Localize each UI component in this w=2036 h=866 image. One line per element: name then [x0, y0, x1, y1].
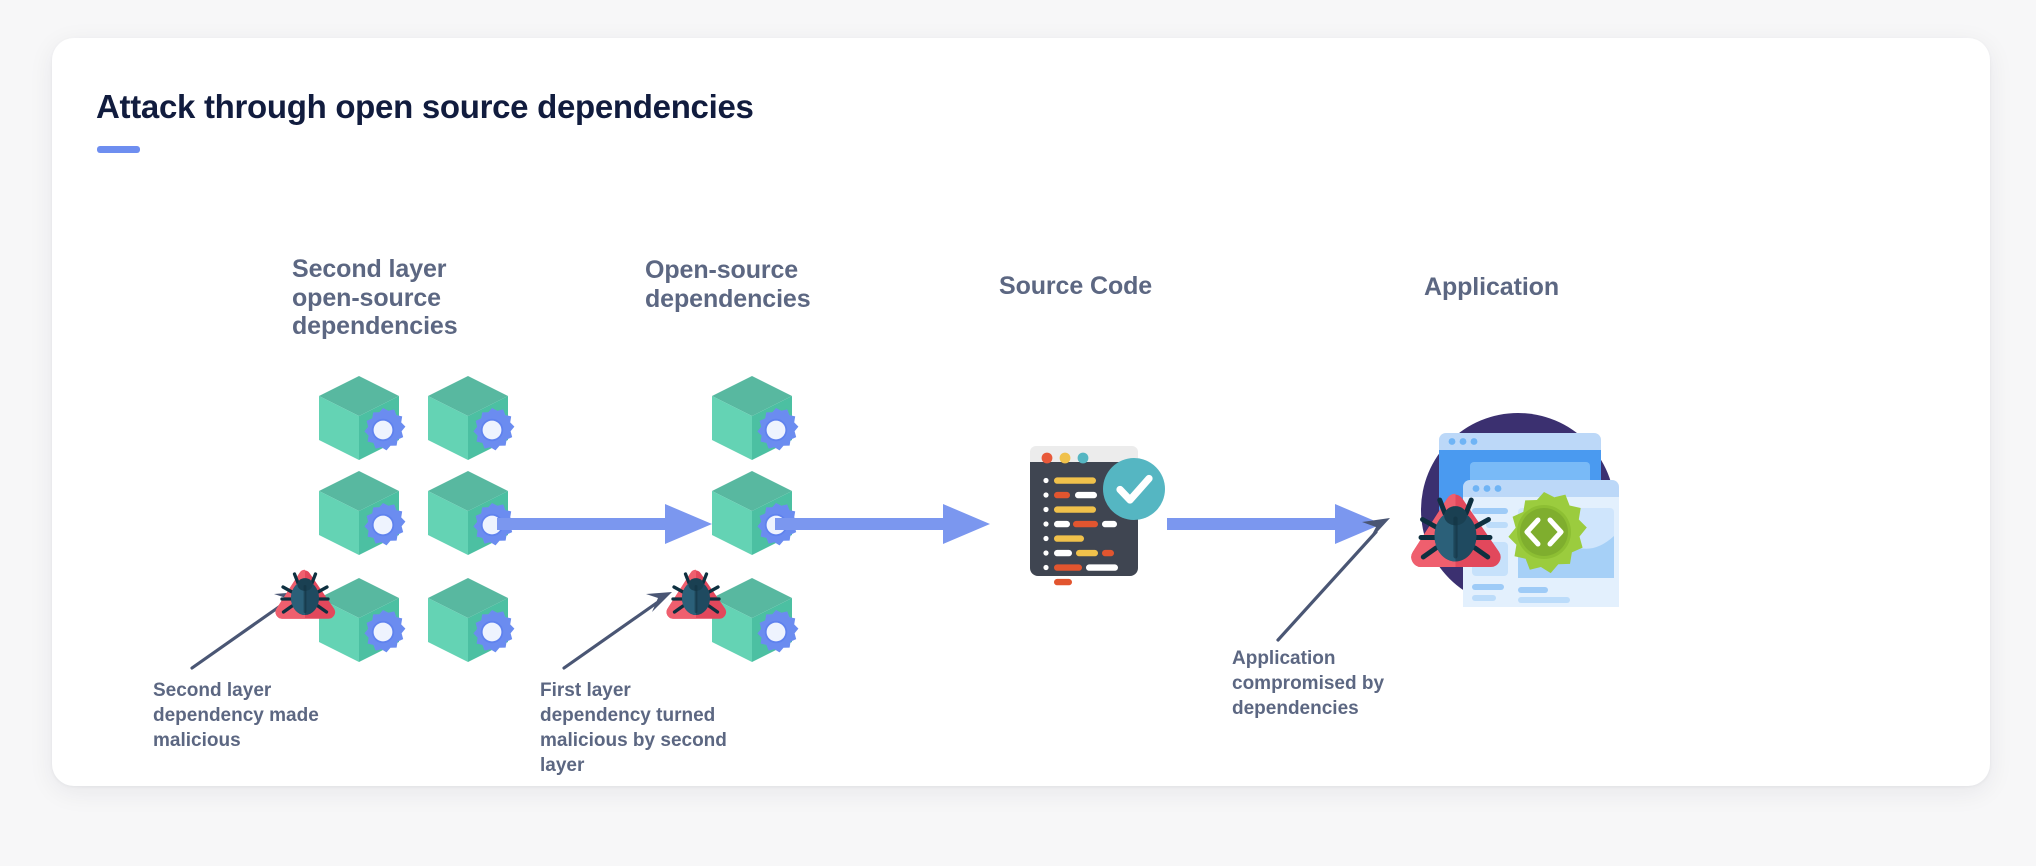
annotation-line: dependencies [1232, 698, 1359, 720]
column-heading-source-code: Source Code [999, 272, 1153, 300]
application-browser-windows-icon [1400, 392, 1630, 622]
title-accent-rule [97, 146, 140, 153]
flow-arrow-second-to-open [497, 502, 712, 546]
column-heading-second-layer: Second layer open-source dependencies [292, 255, 552, 341]
dependency-cube[interactable] [416, 368, 520, 472]
annotation-arrow-first-layer [560, 586, 680, 672]
column-heading-application: Application [1424, 273, 1560, 301]
annotation-line: First layer [540, 680, 631, 701]
heading-line: Second layer [292, 255, 447, 283]
annotation-line: layer [540, 755, 585, 777]
dependency-cube[interactable] [307, 463, 411, 567]
annotation-line: dependency turned [540, 705, 716, 727]
annotation-arrow-application [1270, 510, 1396, 646]
flow-arrow-open-to-source [775, 502, 1020, 546]
annotation-line: Second layer [153, 680, 272, 701]
annotation-line: dependency made [153, 705, 319, 727]
diagram-stage: Attack through open source dependencies … [0, 0, 2036, 866]
annotation-first-layer-malicious: First layer dependency turned malicious … [540, 678, 810, 778]
annotation-application-compromised: Application compromised by dependencies [1232, 646, 1502, 721]
annotation-line: malicious by second [540, 730, 727, 752]
open-source-cube[interactable] [700, 368, 804, 472]
malware-bug-warning-icon [663, 566, 729, 626]
heading-line: open-source [292, 283, 441, 312]
heading-line: dependencies [645, 284, 811, 313]
page-title: Attack through open source dependencies [96, 88, 754, 125]
dependency-cube[interactable] [416, 570, 520, 674]
heading-line: dependencies [292, 312, 458, 340]
malware-bug-warning-icon [272, 566, 338, 626]
column-heading-open-source: Open-source dependencies [645, 256, 895, 313]
heading-line: Open-source [645, 256, 799, 284]
annotation-second-layer-malicious: Second layer dependency made malicious [153, 678, 413, 753]
check-circle-icon [1100, 455, 1168, 523]
annotation-line: Application [1232, 648, 1336, 669]
annotation-line: malicious [153, 730, 241, 752]
dependency-cube[interactable] [307, 368, 411, 472]
annotation-line: compromised by [1232, 673, 1385, 695]
